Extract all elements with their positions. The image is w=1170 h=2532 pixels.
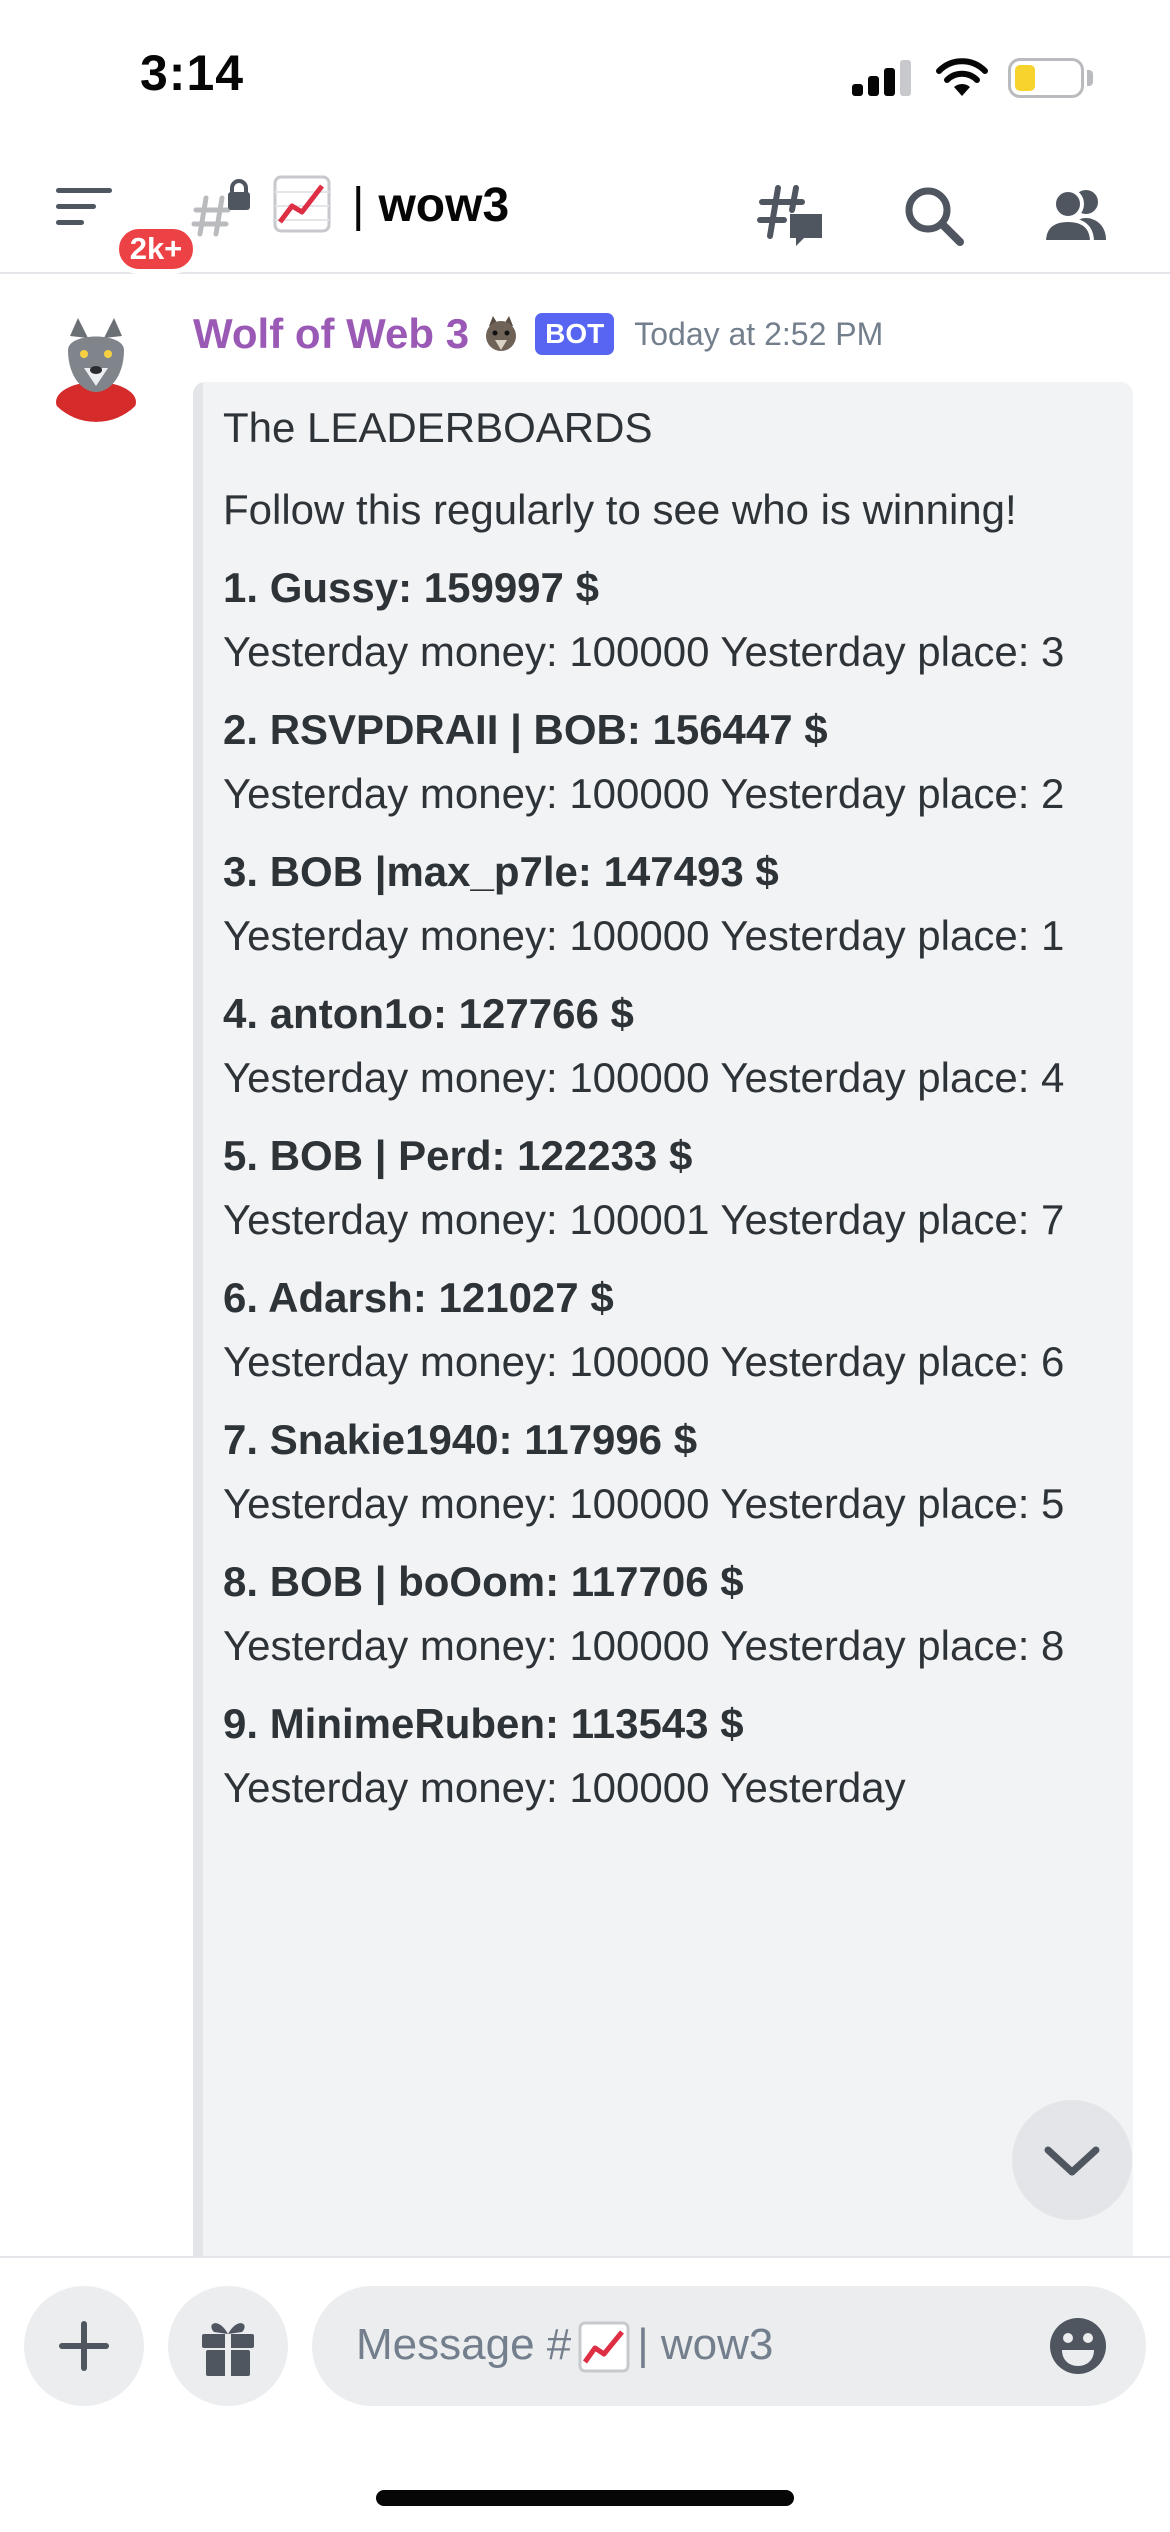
- entry-head: 6. Adarsh: 121027 $: [223, 1274, 614, 1321]
- entry-head: 8. BOB | boOom: 117706 $: [223, 1558, 744, 1605]
- entry-head: 5. BOB | Perd: 122233 $: [223, 1132, 693, 1179]
- entry-sub: Yesterday money: 100000 Yesterday place:…: [223, 912, 1065, 959]
- gift-icon: [202, 2323, 254, 2376]
- wifi-icon: [936, 58, 988, 96]
- placeholder-suffix: | wow3: [637, 2320, 774, 2369]
- status-time: 3:14: [140, 45, 245, 101]
- unread-badge: 2k+: [114, 224, 198, 274]
- bot-avatar-icon[interactable]: [40, 310, 152, 422]
- message-input[interactable]: Message # | wow3: [312, 2286, 1146, 2406]
- channel-separator: |: [352, 179, 365, 232]
- bot-tag: BOT: [535, 313, 615, 355]
- entry-sub: Yesterday money: 100000 Yesterday: [223, 1764, 906, 1811]
- entry-sub: Yesterday money: 100000 Yesterday place:…: [223, 1480, 1065, 1527]
- entry-head: 9. MinimeRuben: 113543 $: [223, 1700, 744, 1747]
- leaderboard-entry: 8. BOB | boOom: 117706 $ Yesterday money…: [223, 1550, 1103, 1678]
- cellular-signal-icon: [852, 60, 912, 96]
- channel-name: wow3: [378, 179, 510, 232]
- entry-head: 1. Gussy: 159997 $: [223, 564, 599, 611]
- leaderboard-entry: 4. anton1o: 127766 $ Yesterday money: 10…: [223, 982, 1103, 1110]
- wolf-emoji-icon: [486, 316, 517, 351]
- leaderboard-entry: 6. Adarsh: 121027 $ Yesterday money: 100…: [223, 1266, 1103, 1394]
- chart-increasing-emoji-icon: [578, 2321, 630, 2373]
- channel-title[interactable]: | wow3: [352, 178, 509, 233]
- embed-body: The LEADERBOARDS Follow this regularly t…: [223, 396, 1103, 1820]
- entry-sub: Yesterday money: 100000 Yesterday place:…: [223, 770, 1065, 817]
- leaderboard-entry: 5. BOB | Perd: 122233 $ Yesterday money:…: [223, 1124, 1103, 1252]
- message-placeholder: Message # | wow3: [356, 2320, 773, 2374]
- timestamp: Today at 2:52 PM: [634, 315, 884, 352]
- entry-sub: Yesterday money: 100000 Yesterday place:…: [223, 1054, 1065, 1101]
- entry-head: 3. BOB |max_p7le: 147493 $: [223, 848, 779, 895]
- embed: The LEADERBOARDS Follow this regularly t…: [193, 382, 1133, 2282]
- username[interactable]: Wolf of Web 3: [193, 310, 469, 357]
- leaderboard-entry: 2. RSVPDRAII | BOB: 156447 $ Yesterday m…: [223, 698, 1103, 826]
- members-icon[interactable]: [1040, 180, 1112, 252]
- entry-head: 7. Snakie1940: 117996 $: [223, 1416, 698, 1463]
- leaderboard-entry: 1. Gussy: 159997 $ Yesterday money: 1000…: [223, 556, 1103, 684]
- add-attachment-button[interactable]: [24, 2286, 144, 2406]
- home-indicator: [376, 2490, 794, 2506]
- leaderboard-entry: 7. Snakie1940: 117996 $ Yesterday money:…: [223, 1408, 1103, 1536]
- placeholder-prefix: Message #: [356, 2320, 572, 2369]
- battery-icon: [1008, 58, 1084, 98]
- entry-sub: Yesterday money: 100000 Yesterday place:…: [223, 1338, 1065, 1385]
- message-header: Wolf of Web 3 BOT Today at 2:52 PM: [193, 310, 883, 370]
- threads-icon[interactable]: [756, 180, 828, 252]
- search-icon[interactable]: [898, 180, 970, 252]
- channel-header: 2k+ | wow3: [0, 150, 1170, 274]
- leaderboard-entry: 9. MinimeRuben: 113543 $ Yesterday money…: [223, 1692, 1103, 1820]
- entry-head: 4. anton1o: 127766 $: [223, 990, 634, 1037]
- entry-sub: Yesterday money: 100000 Yesterday place:…: [223, 628, 1065, 675]
- entry-sub: Yesterday money: 100000 Yesterday place:…: [223, 1622, 1065, 1669]
- entry-sub: Yesterday money: 100001 Yesterday place:…: [223, 1196, 1065, 1243]
- plus-icon: [59, 2321, 109, 2371]
- embed-description: Follow this regularly to see who is winn…: [223, 486, 1017, 533]
- leaderboard-entry: 3. BOB |max_p7le: 147493 $ Yesterday mon…: [223, 840, 1103, 968]
- battery-tip: [1087, 70, 1093, 86]
- gift-button[interactable]: [168, 2286, 288, 2406]
- embed-accent-bar: [193, 382, 203, 2282]
- embed-title: The LEADERBOARDS: [223, 404, 653, 451]
- status-bar: 3:14: [0, 0, 1170, 150]
- chart-increasing-emoji-icon: [273, 175, 331, 233]
- entry-head: 2. RSVPDRAII | BOB: 156447 $: [223, 706, 828, 753]
- scroll-to-bottom-button[interactable]: [1012, 2100, 1132, 2220]
- locked-text-channel-icon: [191, 179, 250, 237]
- chevron-down-icon: [1044, 2146, 1100, 2176]
- menu-button[interactable]: 2k+: [50, 180, 198, 274]
- emoji-icon[interactable]: [1046, 2314, 1110, 2378]
